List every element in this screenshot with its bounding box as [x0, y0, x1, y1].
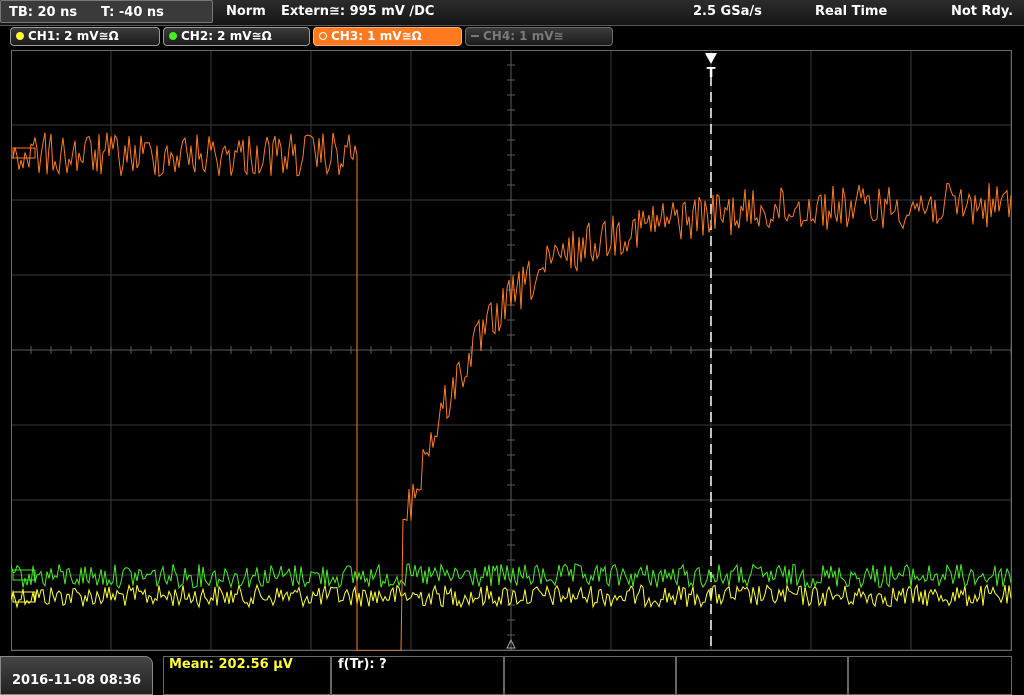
channel-label: CH1: 2 mV≅Ω [28, 29, 119, 43]
trigger-marker-label: T [707, 66, 716, 81]
channel-label: CH4: 1 mV≅ [483, 29, 564, 43]
channel-tab-ch2[interactable]: CH2: 2 mV≅Ω [163, 27, 310, 46]
measurement-cell-5[interactable] [848, 656, 1012, 695]
channel-label: CH3: 1 mV≅Ω [331, 29, 422, 43]
channel-dot-icon [319, 32, 327, 40]
datetime: 2016-11-08 08:36 [12, 673, 142, 688]
acquisition-mode[interactable]: Norm [226, 4, 266, 19]
datetime-panel: 2016-11-08 08:36 [0, 656, 153, 695]
trigger-position-icon [705, 53, 717, 64]
channel-dot-icon [169, 32, 177, 40]
timebase-readout[interactable]: TB: 20 ns [9, 5, 77, 20]
channel-tab-ch4[interactable]: CH4: 1 mV≅ [465, 27, 613, 46]
channel-dot-icon [16, 32, 24, 40]
channel-label: CH2: 2 mV≅Ω [181, 29, 272, 43]
graticule [11, 50, 1012, 651]
channel-tab-ch1[interactable]: CH1: 2 mV≅Ω [10, 27, 160, 46]
sample-rate[interactable]: 2.5 GSa/s [693, 4, 762, 19]
channel-bar: CH1: 2 mV≅Ω CH2: 2 mV≅Ω CH3: 1 mV≅Ω CH4:… [0, 26, 1024, 48]
channel-tab-ch3[interactable]: CH3: 1 mV≅Ω [313, 27, 462, 46]
channel-dot-icon [471, 35, 479, 37]
waveform-display[interactable]: T [11, 50, 1012, 651]
timebase-panel[interactable]: TB: 20 ns T: -40 ns [0, 0, 213, 23]
measurement-cell-3[interactable] [504, 656, 676, 695]
sampling-mode[interactable]: Real Time [815, 4, 887, 19]
mean-measurement: Mean: 202.56 µV [169, 657, 293, 672]
status-bar: TB: 20 ns T: -40 ns Norm Extern≅: 995 mV… [0, 0, 1024, 26]
trigger-source[interactable]: Extern≅: 995 mV ∕DC [281, 4, 434, 19]
measurement-cell-4[interactable] [676, 656, 848, 695]
acquisition-status: Not Rdy. [951, 4, 1014, 19]
trigger-offset-readout[interactable]: T: -40 ns [101, 5, 164, 20]
rise-time-measurement: f(Tr): ? [338, 657, 387, 672]
